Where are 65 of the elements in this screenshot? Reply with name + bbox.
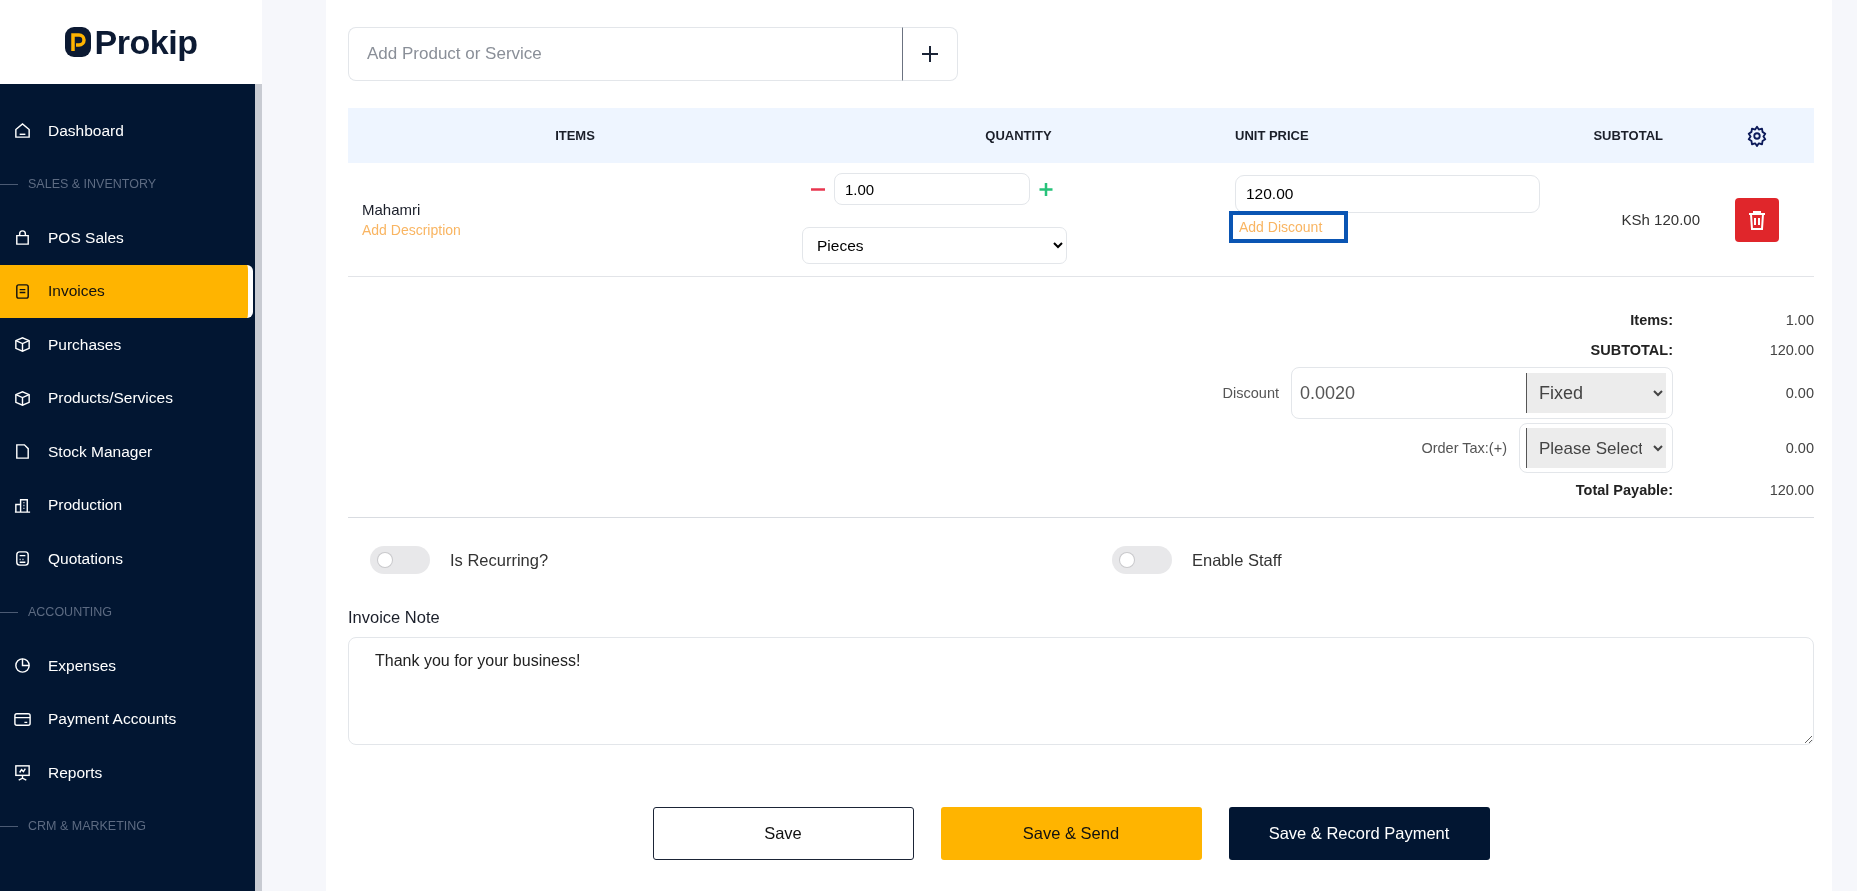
sidebar-item[interactable]: Dashboard: [0, 104, 247, 158]
order-tax-select[interactable]: Please Select: [1526, 428, 1666, 468]
quantity-field[interactable]: 1.00: [834, 173, 1030, 205]
invoice-icon: [13, 281, 32, 301]
sidebar-item[interactable]: Purchases: [0, 318, 247, 372]
plus-icon: [920, 44, 940, 64]
column-header: ITEMS: [554, 128, 596, 143]
note-label: Invoice Note: [348, 608, 441, 627]
column-header: UNIT PRICE: [1235, 128, 1310, 143]
toggle-switch[interactable]: [1112, 546, 1172, 574]
logo-icon: [64, 27, 91, 57]
minus-icon: [810, 187, 826, 191]
sidebar-item[interactable]: Production: [0, 478, 247, 532]
unit-price-field[interactable]: 120.00: [1235, 175, 1540, 213]
total-value: 0.00: [1784, 440, 1814, 456]
product-search-field[interactable]: Add Product or Service: [348, 27, 902, 81]
section-heading: ACCOUNTING: [28, 605, 113, 620]
house-icon: [13, 121, 32, 141]
discount-label: Discount: [1222, 385, 1279, 401]
calculator-icon: [13, 549, 32, 569]
add-button[interactable]: [902, 27, 958, 81]
toggle-label: Enable Staff: [1192, 550, 1282, 570]
sidebar-item[interactable]: Payment Accounts: [0, 692, 247, 746]
section-heading: CRM & MARKETING: [28, 819, 147, 834]
total-label: Items:: [1630, 312, 1673, 328]
settings-icon[interactable]: [1746, 124, 1768, 147]
logo-text: Prokip: [94, 22, 198, 62]
presentation-icon: [13, 763, 32, 783]
sidebar-item[interactable]: Stock Manager: [0, 425, 247, 479]
total-value: 120.00: [1768, 342, 1814, 358]
trash-icon: [1746, 208, 1768, 231]
action-button[interactable]: Save & Record Payment: [1228, 807, 1490, 860]
total-value: 1.00: [1784, 312, 1814, 328]
toggle-switch[interactable]: [370, 546, 430, 574]
decrement-button[interactable]: [810, 187, 826, 191]
order-tax-label: Order Tax:(+): [1421, 440, 1507, 456]
column-header: QUANTITY: [984, 128, 1053, 143]
sidebar-item[interactable]: POS Sales: [0, 211, 247, 265]
total-label: Total Payable:: [1575, 482, 1673, 498]
action-button[interactable]: Save & Send: [940, 807, 1202, 860]
unit-select[interactable]: Pieces: [802, 227, 1067, 264]
document-icon: [13, 442, 32, 462]
delete-button[interactable]: [1735, 197, 1779, 242]
bag-icon: [13, 228, 32, 248]
action-button[interactable]: Save: [652, 807, 914, 860]
discount-type-select[interactable]: Fixed: [1526, 373, 1666, 413]
sidebar-item[interactable]: Invoices: [0, 264, 253, 318]
toggle-label: Is Recurring?: [450, 550, 549, 570]
invoice-note-field[interactable]: Thank you for your business!: [348, 637, 1814, 745]
item-name: Mahamri: [362, 201, 422, 218]
section-heading: SALES & INVENTORY: [28, 177, 157, 192]
cube-icon: [13, 388, 32, 408]
total-value: 120.00: [1768, 482, 1814, 498]
sidebar-item[interactable]: Products/Services: [0, 371, 247, 425]
plus-icon: [1038, 181, 1054, 197]
sidebar-item[interactable]: Quotations: [0, 532, 247, 586]
sidebar-item[interactable]: Reports: [0, 746, 247, 800]
increment-button[interactable]: [1038, 181, 1054, 197]
package-icon: [13, 335, 32, 355]
subtotal-cell-text: KSh 120.00: [1620, 211, 1700, 228]
total-value: 0.00: [1784, 385, 1814, 401]
total-label: SUBTOTAL:: [1590, 342, 1673, 358]
sidebar-item[interactable]: Expenses: [0, 639, 247, 693]
pie-chart-icon: [13, 656, 32, 676]
column-header: SUBTOTAL: [1592, 128, 1664, 143]
